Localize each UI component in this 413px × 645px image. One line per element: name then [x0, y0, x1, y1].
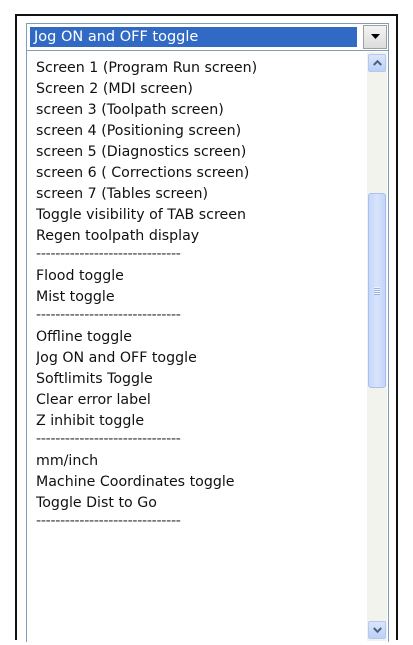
- list-separator: ------------------------------: [36, 308, 181, 323]
- list-item[interactable]: mm/inch: [36, 451, 354, 472]
- list-item[interactable]: Mist toggle: [36, 287, 354, 308]
- list-separator: ------------------------------: [36, 432, 181, 447]
- scroll-up-button[interactable]: [368, 54, 386, 72]
- list-item[interactable]: Machine Coordinates toggle: [36, 472, 354, 493]
- list-separator: ------------------------------: [36, 247, 181, 262]
- list-item[interactable]: screen 7 (Tables screen): [36, 184, 354, 205]
- grip-icon: [374, 287, 380, 295]
- list-item[interactable]: Flood toggle: [36, 266, 354, 287]
- list-item[interactable]: screen 3 (Toolpath screen): [36, 100, 354, 121]
- action-combobox[interactable]: Jog ON and OFF toggle: [26, 23, 389, 51]
- list-item[interactable]: screen 4 (Positioning screen): [36, 121, 354, 142]
- list-item[interactable]: screen 6 ( Corrections screen): [36, 163, 354, 184]
- list-item[interactable]: Offline toggle: [36, 327, 354, 348]
- scrollbar-thumb[interactable]: [368, 193, 386, 388]
- list-items: Screen 1 (Program Run screen) Screen 2 (M…: [36, 58, 354, 533]
- dropdown-list[interactable]: Screen 1 (Program Run screen) Screen 2 (M…: [26, 51, 389, 642]
- chevron-down-icon: [370, 34, 380, 39]
- list-item[interactable]: Jog ON and OFF toggle: [36, 348, 354, 369]
- list-item[interactable]: Screen 2 (MDI screen): [36, 79, 354, 100]
- chevron-down-icon: [372, 627, 382, 633]
- list-item[interactable]: Softlimits Toggle: [36, 369, 354, 390]
- list-item[interactable]: Toggle Dist to Go: [36, 493, 354, 514]
- scroll-down-button[interactable]: [368, 621, 386, 639]
- list-separator: ------------------------------: [36, 514, 181, 529]
- list-item[interactable]: Regen toolpath display: [36, 226, 354, 247]
- list-item[interactable]: Toggle visibility of TAB screen: [36, 205, 354, 226]
- vertical-scrollbar[interactable]: [367, 52, 387, 641]
- chevron-up-icon: [372, 60, 382, 66]
- combobox-selected-value[interactable]: Jog ON and OFF toggle: [30, 27, 357, 47]
- dropdown-window: Jog ON and OFF toggle Screen 1 (Program …: [15, 14, 398, 642]
- combobox-dropdown-button[interactable]: [363, 25, 387, 49]
- list-item[interactable]: Clear error label: [36, 390, 354, 411]
- list-item[interactable]: screen 5 (Diagnostics screen): [36, 142, 354, 163]
- list-item[interactable]: Z inhibit toggle: [36, 411, 354, 432]
- list-item[interactable]: Screen 1 (Program Run screen): [36, 58, 354, 79]
